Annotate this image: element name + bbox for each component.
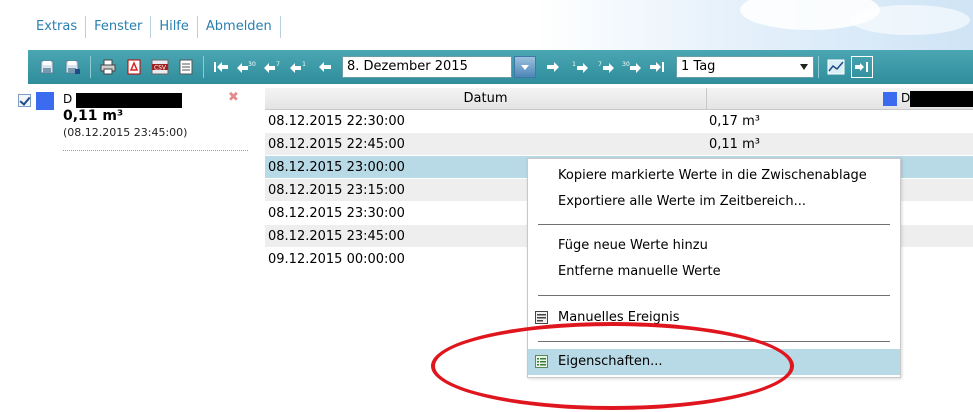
report-icon[interactable] [175,56,197,78]
table-header: Datum D [265,88,973,110]
remove-series-icon[interactable]: ✖ [228,90,239,105]
menu-item-properties-label: Eigenschaften... [558,354,663,369]
svg-text:7: 7 [276,61,280,68]
calendar-dropdown-icon[interactable] [514,56,536,78]
app-header: Extras Fenster Hilfe Abmelden [0,0,973,50]
toolbar-separator [818,56,819,78]
menu-item-add-values[interactable]: Füge neue Werte hinzu [528,233,900,259]
csv-icon[interactable]: CSV [149,56,171,78]
cell-datum: 08.12.2015 23:30:00 [268,206,405,221]
toolbar-separator [203,56,204,78]
save-as-icon[interactable] [62,56,84,78]
forward-1-icon[interactable]: 1 [568,56,590,78]
svg-text:30: 30 [248,61,256,68]
legend-divider [63,150,248,151]
last-icon[interactable] [646,56,668,78]
series-timestamp: (08.12.2015 23:45:00) [63,126,188,139]
table-row[interactable]: 08.12.2015 22:45:00 0,11 m³ [265,133,973,156]
pdf-icon[interactable] [123,56,145,78]
menu-extras[interactable]: Extras [28,14,85,40]
expand-icon[interactable] [851,56,873,78]
save-icon[interactable] [36,56,58,78]
back-30-icon[interactable]: 30 [236,56,258,78]
time-range-value: 1 Tag [681,59,716,74]
back-1-icon[interactable]: 1 [288,56,310,78]
print-icon[interactable] [97,56,119,78]
menu-item-copy[interactable]: Kopiere markierte Werte in die Zwischena… [528,163,900,189]
cell-datum: 08.12.2015 23:45:00 [268,229,405,244]
menu-separator [279,16,281,38]
menu-item-manual-event[interactable]: Manuelles Ereignis [528,305,900,331]
series-checkbox[interactable] [18,94,31,107]
chevron-down-icon [800,64,808,70]
redacted-series-name [910,91,973,107]
table-row[interactable]: 08.12.2015 22:30:00 0,17 m³ [265,110,973,133]
column-header-series[interactable]: D [707,88,973,110]
cell-value: 0,17 m³ [709,114,760,129]
toolbar-separator [90,56,91,78]
chart-icon[interactable] [825,56,847,78]
next-icon[interactable] [542,56,564,78]
context-menu: Kopiere markierte Werte in die Zwischena… [527,158,901,378]
cell-datum: 08.12.2015 22:30:00 [268,114,405,129]
menu-fenster[interactable]: Fenster [86,14,150,40]
series-color-swatch [36,92,54,110]
menu-separator [538,295,890,296]
prev-icon[interactable] [314,56,336,78]
series-current-value: 0,11 m³ [63,108,124,124]
svg-text:7: 7 [598,61,602,68]
cell-value: 0,11 m³ [709,137,760,152]
menu-separator [538,224,890,225]
svg-text:1: 1 [572,61,576,68]
series-name: D [63,92,73,106]
cell-datum: 09.12.2015 00:00:00 [268,252,405,267]
cell-datum: 08.12.2015 23:15:00 [268,183,405,198]
event-icon [535,311,548,324]
column-header-datum[interactable]: Datum [265,88,707,110]
cell-datum: 08.12.2015 22:45:00 [268,137,405,152]
time-range-select[interactable]: 1 Tag [676,56,814,78]
cell-datum: 08.12.2015 23:00:00 [268,160,405,175]
forward-30-icon[interactable]: 30 [620,56,642,78]
back-7-icon[interactable]: 7 [262,56,284,78]
menu-item-remove-manual[interactable]: Entferne manuelle Werte [528,259,900,285]
menu-item-manual-event-label: Manuelles Ereignis [558,310,680,325]
menu-item-export[interactable]: Exportiere alle Werte im Zeitbereich... [528,189,900,215]
first-icon[interactable] [210,56,232,78]
forward-7-icon[interactable]: 7 [594,56,616,78]
redacted-series-name [76,93,182,108]
column-series-name: D [901,91,911,105]
menu-item-properties[interactable]: Eigenschaften... [528,349,900,375]
header-cloud [850,5,970,35]
menu-abmelden[interactable]: Abmelden [198,14,280,40]
series-color-swatch [883,92,897,106]
toolbar: CSV 30 7 1 8. Dezember 2015 1 7 30 1 Tag [28,50,973,84]
date-input[interactable]: 8. Dezember 2015 [342,56,512,78]
menu-separator [538,341,890,342]
svg-text:CSV: CSV [154,65,167,72]
svg-text:1: 1 [302,61,306,68]
svg-text:30: 30 [622,61,630,68]
menu-hilfe[interactable]: Hilfe [151,14,197,40]
menu-bar: Extras Fenster Hilfe Abmelden [28,14,281,40]
properties-icon [535,355,548,368]
